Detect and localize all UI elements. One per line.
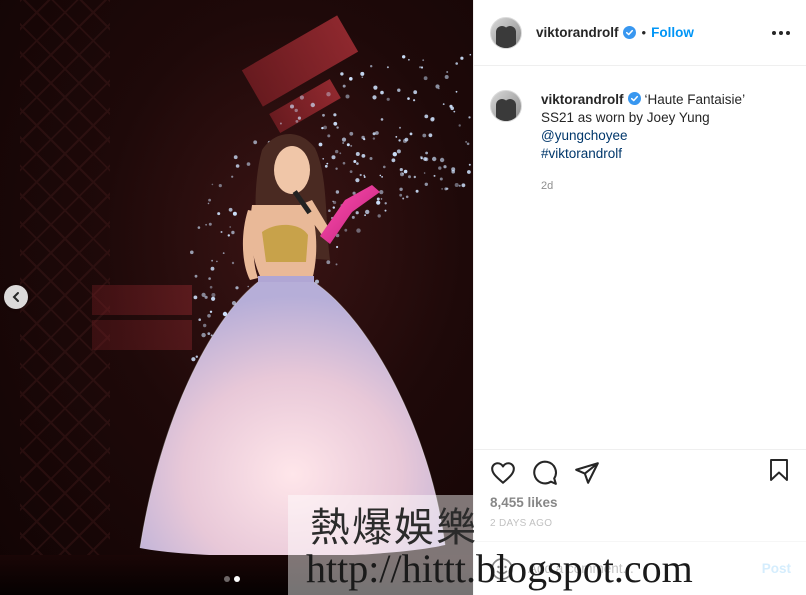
caption-username[interactable]: viktorandrolf — [541, 92, 624, 107]
verified-badge-icon — [627, 92, 641, 105]
separator-dot: • — [641, 25, 647, 40]
caption-time[interactable]: 2d — [541, 177, 781, 195]
follow-button[interactable]: Follow — [651, 25, 694, 40]
carousel-dots — [224, 576, 240, 582]
caption-avatar[interactable] — [490, 90, 522, 122]
bookmark-icon[interactable] — [767, 457, 791, 483]
more-icon[interactable] — [772, 30, 790, 35]
comment-row: Post — [474, 541, 806, 595]
heart-icon[interactable] — [490, 460, 516, 486]
emoji-icon[interactable] — [490, 557, 514, 581]
likes-count[interactable]: 8,455 likes — [490, 495, 558, 510]
avatar[interactable] — [490, 16, 522, 49]
verified-badge-icon — [622, 26, 636, 39]
stage-floor — [0, 555, 473, 595]
post-header: viktorandrolf • Follow — [474, 0, 806, 66]
singer-figure — [139, 133, 446, 557]
post-comment-button[interactable]: Post — [762, 561, 791, 576]
mention-link[interactable]: @yungchoyee — [541, 128, 628, 143]
caption: viktorandrolf ‘Haute Fantaisie’ SS21 as … — [541, 91, 781, 195]
hashtag-link[interactable]: #viktorandrolf — [541, 146, 622, 161]
chevron-left-icon — [12, 292, 19, 302]
caption-area: viktorandrolf ‘Haute Fantaisie’ SS21 as … — [474, 66, 806, 195]
post-side-panel: viktorandrolf • Follow viktorandrolf ‘Ha… — [473, 0, 806, 595]
carousel-prev-button[interactable] — [4, 285, 28, 309]
share-icon[interactable] — [574, 460, 600, 486]
post-photo[interactable] — [0, 0, 473, 595]
header-username[interactable]: viktorandrolf — [536, 25, 619, 40]
action-bar — [474, 449, 806, 495]
carousel-dot[interactable] — [224, 576, 230, 582]
carousel-dot-active[interactable] — [234, 576, 240, 582]
post-date: 2 DAYS AGO — [490, 518, 553, 529]
comment-input[interactable] — [528, 561, 748, 576]
comment-icon[interactable] — [532, 460, 558, 486]
